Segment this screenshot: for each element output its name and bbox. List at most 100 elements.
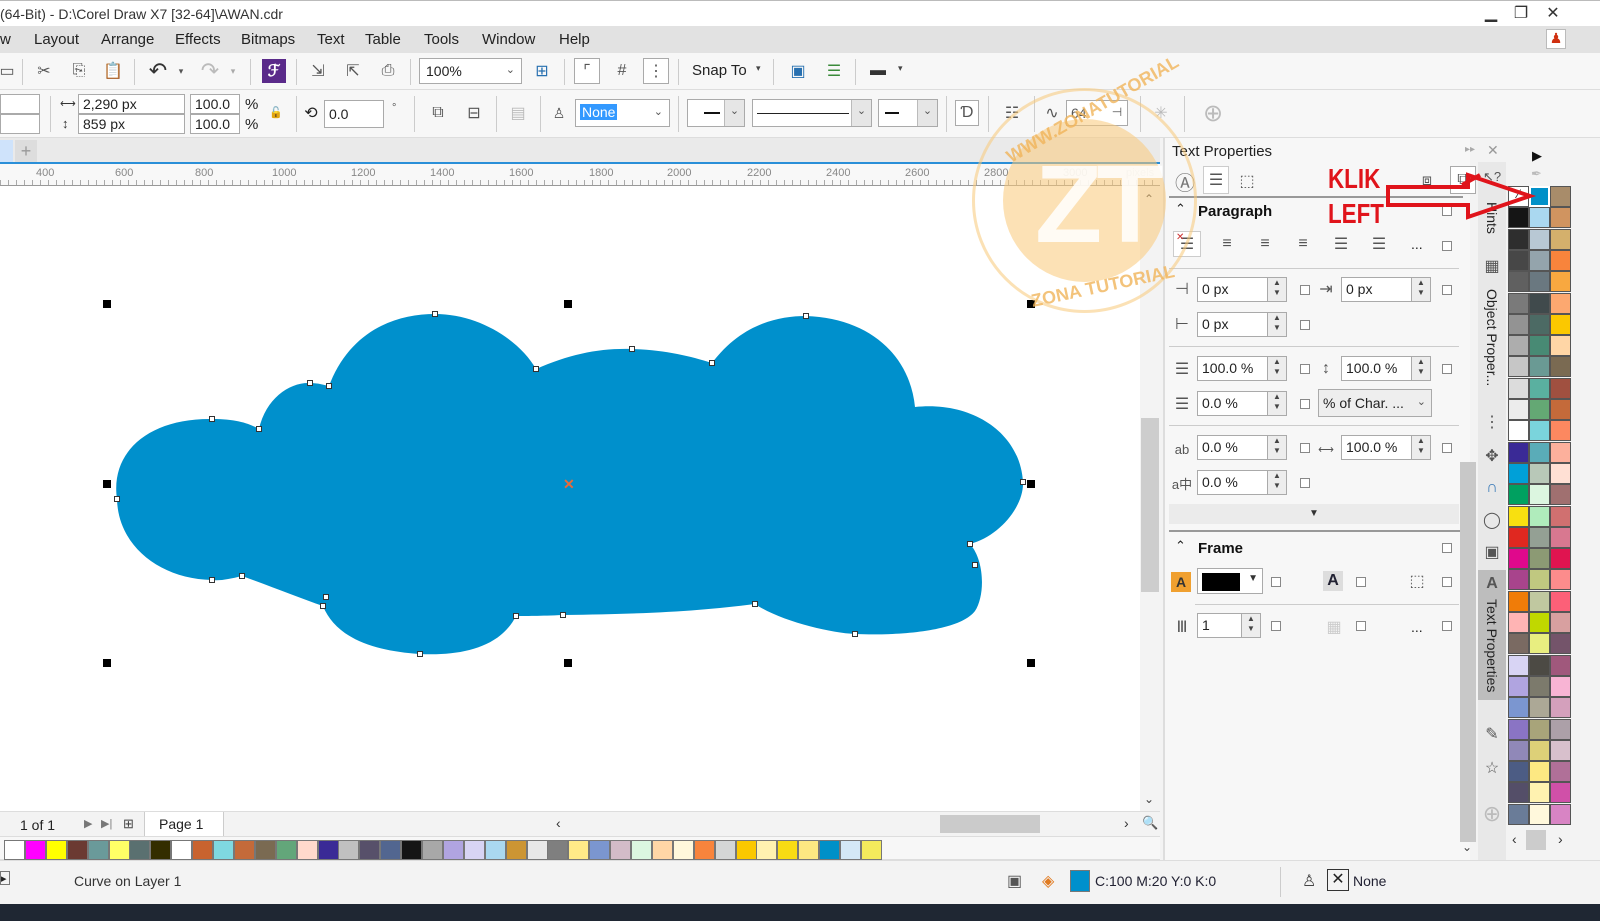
palette-swatch[interactable] [1550,654,1571,676]
corel-connect-icon[interactable]: ℱ [262,59,286,83]
start-arrowhead-combo[interactable]: ⌄ [687,99,745,127]
last-page-icon[interactable]: ▶| [101,817,112,830]
palette-swatch[interactable] [1508,761,1529,783]
docker-close-icon[interactable]: ✕ [1487,142,1499,159]
convert-icon[interactable]: ✳ [1150,102,1172,124]
palette-swatch[interactable] [1529,441,1550,463]
more-frame-checkbox[interactable] [1442,621,1452,631]
palette-swatch[interactable] [1529,292,1550,314]
palette-swatch[interactable] [1508,335,1529,357]
curve-node[interactable] [709,360,715,366]
palette-swatch[interactable] [1508,675,1529,697]
width-field[interactable]: 2,290 px [78,94,185,114]
palette-swatch[interactable] [66,840,88,860]
palette-swatch[interactable] [1508,462,1529,484]
no-alignment-icon[interactable]: ✕ ☰ [1173,231,1201,257]
after-paragraph-field[interactable]: 0.0 % [1197,391,1277,416]
palette-swatch[interactable] [171,840,193,860]
object-manager-icon[interactable]: ⋮ [1482,412,1502,432]
menu-window[interactable]: Window [482,31,535,48]
palette-swatch[interactable] [1529,526,1550,548]
curve-node[interactable] [209,416,215,422]
palette-swatch[interactable] [359,840,381,860]
spacing-units-dropdown[interactable]: % of Char. ... ⌄ [1318,389,1432,417]
menu-table[interactable]: Table [365,31,401,48]
language-spacing-spinner[interactable]: ▲ ▼ [1267,470,1287,495]
menu-view[interactable]: w [0,31,11,48]
rotation-field[interactable]: 0.0 [324,100,384,128]
mirror-vertical-icon[interactable]: ⊟ [462,102,486,124]
background-color-picker[interactable]: ▼ [1197,568,1263,594]
palette-swatch[interactable] [860,840,882,860]
left-indent-spinner[interactable]: ▲ ▼ [1267,277,1287,302]
curve-node[interactable] [803,313,809,319]
background-color-checkbox[interactable] [1271,577,1281,587]
close-button[interactable]: ✕ [1540,3,1566,25]
options-icon[interactable]: ▣ [786,59,810,83]
palette-swatch[interactable] [1529,590,1550,612]
palette-swatch[interactable] [87,840,109,860]
palette-swatch[interactable] [1508,612,1529,633]
add-docker-icon[interactable]: ⊕ [1480,801,1504,826]
palette-swatch[interactable] [1508,782,1529,804]
collapse-paragraph-icon[interactable]: ⌃ [1175,201,1186,217]
document-tab[interactable] [0,140,13,162]
object-properties-tab[interactable]: Object Proper... [1478,278,1506,398]
end-arrowhead-combo[interactable]: ⌄ [878,99,938,127]
palette-swatch[interactable] [1508,548,1529,570]
add-page-icon[interactable]: ⊞ [123,816,134,832]
palette-swatch[interactable] [1550,335,1571,357]
language-spacing-field[interactable]: 0.0 % [1197,470,1277,495]
palette-swatch[interactable] [422,840,443,860]
left-indent-field[interactable]: 0 px [1197,277,1277,302]
next-page-icon[interactable]: ▶ [84,817,92,830]
palette-swatch[interactable] [1508,228,1529,250]
palette-swatch[interactable] [1550,782,1571,804]
palette-swatch[interactable] [1550,313,1571,335]
palette-swatch[interactable] [735,840,757,860]
horizontal-scroll-thumb[interactable] [940,815,1040,833]
language-spacing-checkbox[interactable] [1300,478,1310,488]
palette-swatch[interactable] [568,840,590,860]
palette-swatch[interactable] [1529,569,1550,591]
palette-swatch[interactable] [1529,420,1550,442]
lock-ratio-icon[interactable]: 🔓 [268,104,284,120]
palette-swatch[interactable] [756,840,778,860]
palette-swatch[interactable] [1529,335,1550,357]
scroll-left-icon[interactable]: ‹ [556,815,561,831]
text-properties-tab-active[interactable]: A Text Properties [1478,570,1506,700]
palette-swatch[interactable] [1550,186,1571,207]
palette-swatch[interactable] [1550,484,1571,506]
vertical-scrollbar[interactable]: ⌃ ⌄ [1140,186,1160,811]
line-spacing-spinner[interactable]: ▲ ▼ [1411,356,1431,381]
vertical-alignment-icon[interactable]: A [1323,571,1343,591]
character-spacing-spinner[interactable]: ▲ ▼ [1267,435,1287,460]
palette-swatch[interactable] [1529,654,1550,676]
palette-swatch[interactable] [1550,569,1571,591]
selection-handle[interactable] [564,300,572,308]
curve-node[interactable] [752,601,758,607]
palette-swatch[interactable] [1550,441,1571,463]
curve-node[interactable] [432,311,438,317]
menu-arrange[interactable]: Arrange [101,31,154,48]
paste-icon[interactable]: 📋 [101,59,125,83]
menu-effects[interactable]: Effects [175,31,221,48]
character-spacing-checkbox[interactable] [1300,443,1310,453]
curve-node[interactable] [967,541,973,547]
undo-icon[interactable]: ↶ [146,58,170,83]
palette-swatch[interactable] [275,840,297,860]
palette-swatch[interactable] [1508,505,1529,527]
shaping-icon[interactable]: ◯ [1482,510,1502,530]
character-tab-icon[interactable]: Ⓐ [1173,168,1197,195]
collapse-frame-icon[interactable]: ⌃ [1175,538,1186,554]
selection-handle[interactable] [103,480,111,488]
palette-swatch[interactable] [1508,399,1529,420]
force-justify-icon[interactable]: ☰ [1367,232,1391,256]
export-icon[interactable]: ⇱ [341,59,365,83]
palette-swatch[interactable] [296,840,318,860]
column-settings-icon[interactable]: ▦ [1323,616,1345,638]
scale-y-field[interactable]: 100.0 [190,114,240,134]
palette-swatch[interactable] [589,840,611,860]
text-properties-tab[interactable]: Text Properties [1478,596,1506,696]
palette-swatch[interactable] [777,840,799,860]
